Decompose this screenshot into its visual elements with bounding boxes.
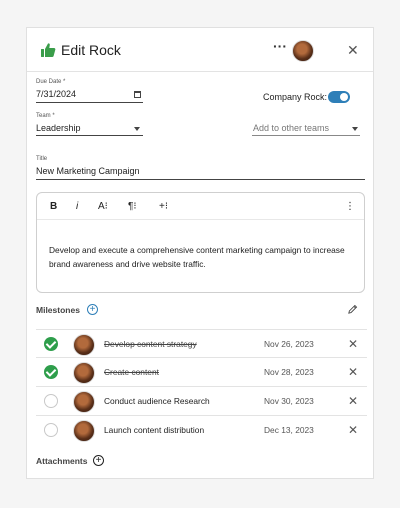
edit-rock-panel: Edit Rock ··· ✕ Due Date * 7/31/2024 Com… [26, 27, 374, 479]
avatar [73, 362, 95, 384]
team-label: Team * [36, 113, 55, 119]
other-teams-underline [252, 135, 360, 136]
paragraph-button[interactable]: ¶⁝ [128, 201, 137, 212]
team-select[interactable]: Leadership [36, 123, 81, 133]
milestone-name[interactable]: Create content [104, 367, 159, 377]
remove-milestone-button[interactable]: ✕ [348, 394, 358, 408]
more-options-button[interactable]: ··· [273, 38, 287, 54]
team-underline [36, 135, 143, 136]
italic-button[interactable]: i [76, 201, 78, 212]
milestone-checkbox[interactable] [44, 423, 58, 437]
add-milestone-button[interactable]: + [87, 304, 98, 315]
font-size-button[interactable]: A⁝ [98, 201, 108, 212]
company-rock-label: Company Rock: [263, 92, 328, 102]
title-label: Title [36, 156, 48, 162]
remove-milestone-button[interactable]: ✕ [348, 423, 358, 437]
milestone-date[interactable]: Dec 13, 2023 [264, 425, 314, 435]
chevron-down-icon[interactable] [352, 127, 358, 131]
description-text[interactable]: Develop and execute a comprehensive cont… [49, 243, 355, 271]
milestone-row[interactable]: Launch content distribution Dec 13, 2023… [36, 416, 367, 445]
milestone-checkbox[interactable] [44, 337, 58, 351]
milestone-name[interactable]: Conduct audience Research [104, 396, 210, 406]
bold-button[interactable]: B [50, 201, 57, 212]
milestone-date[interactable]: Nov 28, 2023 [264, 367, 314, 377]
due-date-input[interactable]: 7/31/2024 [36, 89, 76, 99]
milestone-date[interactable]: Nov 26, 2023 [264, 339, 314, 349]
other-teams-select[interactable]: Add to other teams [253, 123, 329, 133]
add-attachment-button[interactable]: + [93, 455, 104, 466]
avatar [73, 334, 95, 356]
milestone-name[interactable]: Launch content distribution [104, 425, 204, 435]
milestone-name[interactable]: Develop content strategy [104, 339, 197, 349]
milestone-checkbox[interactable] [44, 365, 58, 379]
panel-header: Edit Rock ··· ✕ [27, 28, 373, 72]
milestone-checkbox[interactable] [44, 394, 58, 408]
remove-milestone-button[interactable]: ✕ [348, 365, 358, 379]
calendar-icon[interactable] [134, 91, 141, 98]
remove-milestone-button[interactable]: ✕ [348, 337, 358, 351]
company-rock-toggle[interactable] [328, 91, 350, 103]
description-editor[interactable]: B i A⁝ ¶⁝ +⁝ ⋮ Develop and execute a com… [36, 192, 365, 293]
thumbs-up-icon [41, 43, 56, 57]
due-date-label: Due Date * [36, 79, 66, 85]
title-input[interactable]: New Marketing Campaign [36, 166, 140, 176]
edit-pencil-icon[interactable] [347, 304, 358, 315]
milestone-row[interactable]: Create content Nov 28, 2023 ✕ [36, 358, 367, 387]
milestone-row[interactable]: Develop content strategy Nov 26, 2023 ✕ [36, 329, 367, 358]
avatar [73, 391, 95, 413]
avatar [73, 420, 95, 442]
insert-button[interactable]: +⁝ [159, 201, 168, 212]
close-button[interactable]: ✕ [347, 42, 359, 59]
chevron-down-icon[interactable] [134, 127, 140, 131]
page-title: Edit Rock [61, 42, 121, 58]
attachments-heading: Attachments [36, 456, 88, 466]
editor-more-button[interactable]: ⋮ [345, 201, 355, 212]
editor-toolbar: B i A⁝ ¶⁝ +⁝ ⋮ [37, 193, 364, 220]
milestones-heading: Milestones [36, 305, 80, 315]
owner-avatar[interactable] [292, 40, 314, 62]
milestone-date[interactable]: Nov 30, 2023 [264, 396, 314, 406]
due-date-underline [36, 102, 143, 103]
title-underline [36, 179, 365, 180]
milestone-row[interactable]: Conduct audience Research Nov 30, 2023 ✕ [36, 387, 367, 416]
